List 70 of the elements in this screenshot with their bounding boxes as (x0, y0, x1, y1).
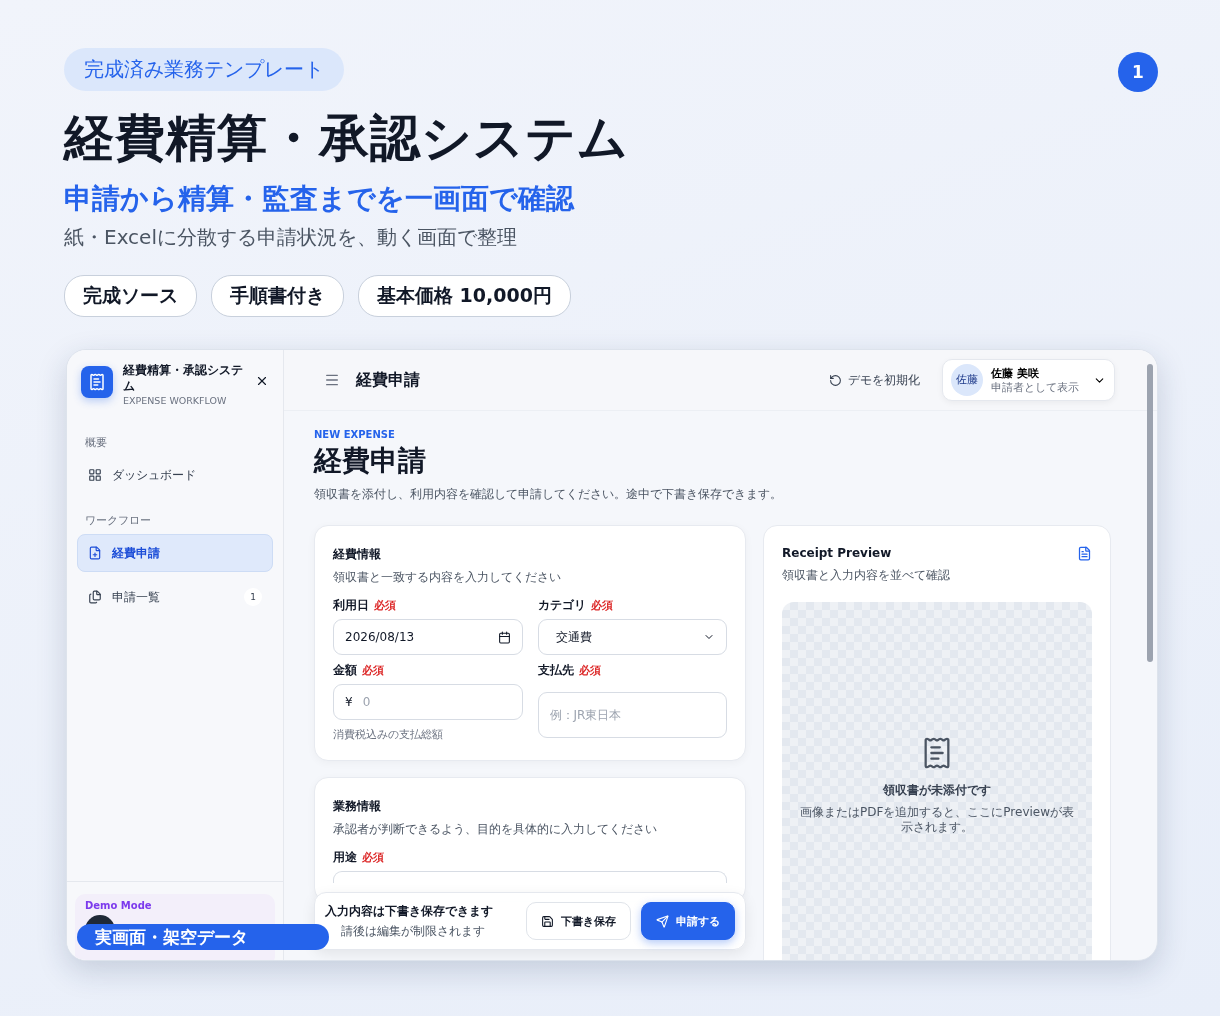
save-draft-button[interactable]: 下書き保存 (526, 902, 631, 940)
calendar-icon (497, 630, 511, 644)
nav-label: 申請一覧 (112, 588, 160, 606)
receipt-dropzone[interactable]: 領収書が未添付です 画像またはPDFを追加すると、ここにPreviewが表示されます。 (782, 602, 1092, 960)
form-description: 領収書を添付し、利用内容を確認して申請してください。途中で下書き保存できます。 (314, 486, 783, 503)
user-role: 申請者として表示 (991, 380, 1079, 395)
template-tag: 完成済み業務テンプレート (64, 48, 344, 91)
page-description: 紙・Excelに分散する申請状況を、動く画面で整理 (64, 224, 518, 251)
nav-section-heading: 概要 (84, 436, 108, 450)
logo-icon (81, 366, 113, 398)
reset-icon (829, 373, 842, 387)
card-title: Receipt Preview (782, 546, 892, 561)
field-label: 支払先 (537, 663, 574, 678)
nav-label: 経費申請 (112, 544, 160, 562)
overlay-label: 実画面・架空データ (77, 924, 329, 950)
action-subnote: 請後は編集が制限されます (340, 922, 486, 940)
nav-section-heading: ワークフロー (84, 514, 152, 528)
count-badge: 1 (244, 588, 262, 606)
form-title: 経費申請 (314, 443, 427, 479)
user-name: 佐藤 美咲 (991, 365, 1040, 381)
app-subtitle: EXPENSE WORKFLOW (123, 395, 228, 406)
reset-demo-button[interactable]: デモを初期化 (823, 370, 926, 390)
action-note: 入力内容は下書き保存できます (325, 902, 494, 920)
scrollbar-thumb[interactable] (1147, 364, 1153, 662)
field-label: 金額 (333, 663, 357, 678)
nav-item[interactable]: 経費申請 (77, 534, 273, 572)
card-title: 業務情報 (333, 798, 382, 815)
category-select[interactable]: 交通費 (537, 619, 727, 655)
nav-item[interactable]: 申請一覧 1 (77, 578, 273, 616)
feature-chip: 完成ソース (64, 275, 197, 317)
document-icon[interactable] (1077, 546, 1092, 561)
field-hint: 消費税込みの支払総額 (333, 728, 444, 742)
nav-icon (88, 468, 102, 482)
nav-label: ダッシュボード (112, 466, 196, 484)
amount-field[interactable]: ¥ 0 (333, 684, 523, 720)
page-badge: 1 (1118, 52, 1158, 92)
empty-title: 領収書が未添付です (883, 782, 991, 799)
nav-item[interactable]: ダッシュボード (77, 456, 273, 494)
feature-chip: 手順書付き (211, 275, 344, 317)
save-icon (541, 914, 554, 928)
eyebrow-label: NEW EXPENSE (314, 429, 396, 440)
nav-icon (88, 546, 102, 560)
required-mark: 必須 (374, 599, 396, 613)
card-title: 経費情報 (333, 546, 382, 563)
user-menu[interactable]: 佐藤 佐藤 美咲 申請者として表示 (942, 359, 1115, 401)
demo-mode-label: Demo Mode (85, 900, 153, 911)
nav-icon (88, 590, 102, 604)
required-mark: 必須 (362, 664, 384, 678)
required-mark: 必須 (578, 664, 601, 678)
card-subtitle: 領収書と入力内容を並べて確認 (782, 567, 951, 584)
user-avatar: 佐藤 (951, 364, 983, 396)
feature-chip: 基本価格 10,000円 (358, 275, 571, 317)
page-subtitle: 申請から精算・監査までを一画面で確認 (64, 181, 576, 217)
send-icon (656, 914, 669, 928)
close-icon[interactable] (255, 374, 269, 388)
purpose-field[interactable] (333, 871, 727, 883)
top-bar-title: 経費申請 (356, 369, 420, 391)
required-mark: 必須 (362, 851, 384, 865)
menu-icon[interactable] (324, 372, 340, 388)
field-label: 用途 (333, 850, 357, 865)
app-name: 経費精算・承認システム (123, 362, 244, 394)
required-mark: 必須 (590, 599, 613, 613)
empty-text: 画像またはPDFを追加すると、ここにPreviewが表示されます。 (798, 805, 1076, 835)
card-subtitle: 領収書と一致する内容を入力してください (333, 569, 562, 586)
field-label: カテゴリ (537, 598, 586, 613)
submit-button[interactable]: 申請する (641, 902, 735, 940)
field-label: 利用日 (333, 598, 369, 613)
page-title: 経費精算・承認システム (64, 108, 630, 169)
date-field[interactable]: 2026/08/13 (333, 619, 523, 655)
card-subtitle: 承認者が判断できるよう、目的を具体的に入力してください (333, 821, 658, 838)
